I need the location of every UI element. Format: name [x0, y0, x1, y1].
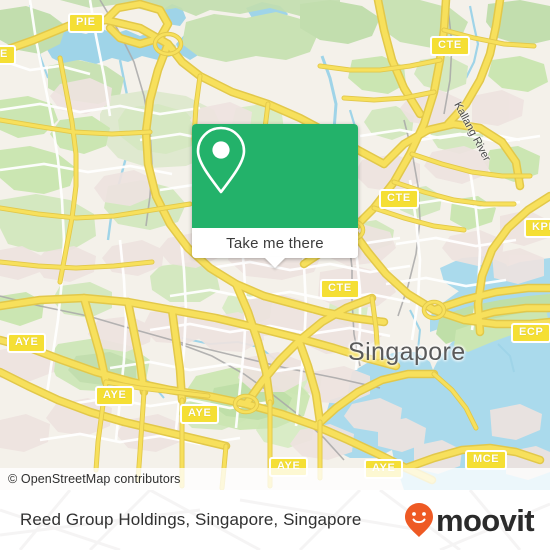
highway-shield-cte: CTE — [430, 36, 470, 56]
highway-shield-aye: AYE — [7, 333, 47, 353]
highway-shield-pie: PIE — [68, 13, 104, 33]
highway-shield-cte: CTE — [320, 279, 360, 299]
highway-shield-kpe: KPE — [524, 218, 550, 238]
map-canvas[interactable]: Singapore Kallang River EPIECTECTEKPECTE… — [0, 0, 550, 490]
moovit-logo[interactable]: moovit — [404, 502, 535, 538]
moovit-pin-icon — [404, 503, 433, 537]
take-me-there-label: Take me there — [226, 234, 324, 252]
place-title: Reed Group Holdings, Singapore, Singapor… — [20, 510, 362, 529]
moovit-wordmark: moovit — [435, 502, 535, 538]
highway-shield-mce: MCE — [465, 450, 508, 470]
map-attribution[interactable]: © OpenStreetMap contributors — [0, 468, 550, 490]
place-popup-card[interactable]: Take me there — [192, 124, 358, 268]
highway-shield-aye: AYE — [180, 404, 220, 424]
map-label-singapore: Singapore — [348, 338, 466, 366]
footer-bar: Reed Group Holdings, Singapore, Singapor… — [0, 490, 550, 550]
highway-shield-aye: AYE — [95, 386, 135, 406]
highway-shield-e: E — [0, 45, 16, 65]
highway-shield-ecp: ECP — [511, 323, 550, 343]
map-pin-icon — [196, 126, 246, 194]
highway-shield-cte: CTE — [379, 189, 419, 209]
popup-image-area — [192, 124, 358, 228]
take-me-there-button[interactable]: Take me there — [192, 228, 358, 268]
popup-tail-pointer — [264, 257, 286, 268]
attribution-text: © OpenStreetMap contributors — [8, 472, 181, 486]
moovit-place-card: Singapore Kallang River EPIECTECTEKPECTE… — [0, 0, 550, 550]
